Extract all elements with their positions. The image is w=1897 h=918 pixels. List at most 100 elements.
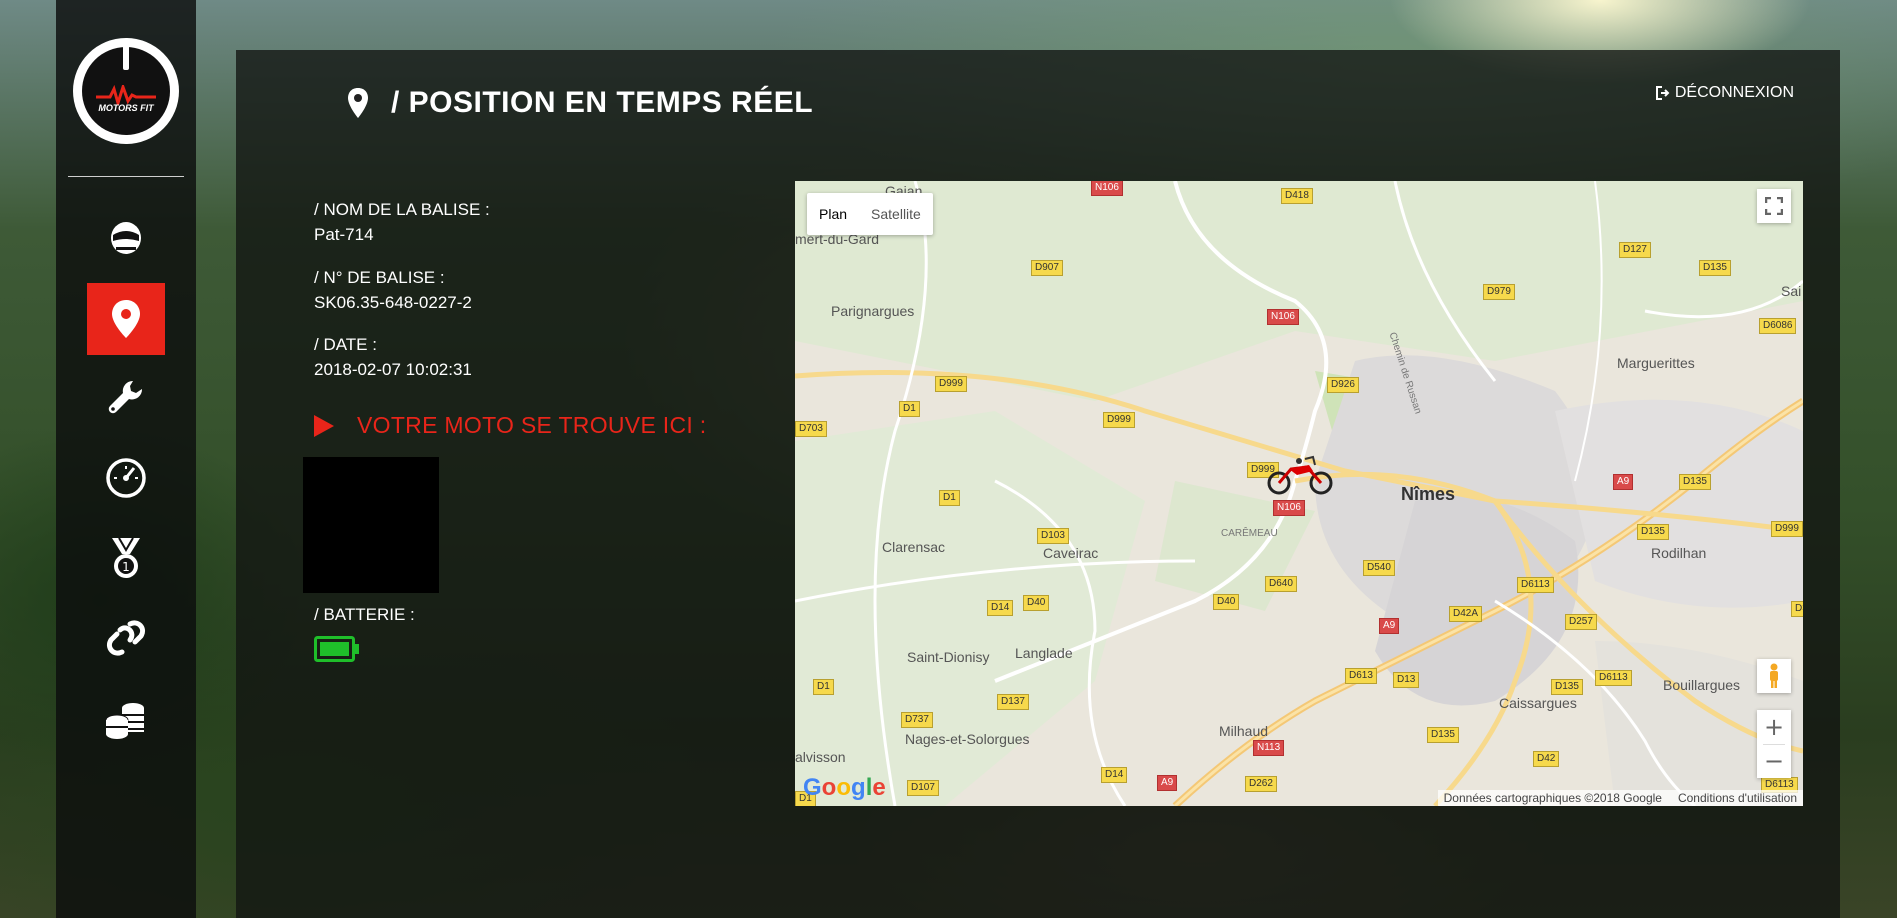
road-label: D137 xyxy=(997,694,1029,710)
road-label: N113 xyxy=(1253,740,1285,756)
motorbike-marker-icon[interactable] xyxy=(1267,453,1333,495)
road-label: D103 xyxy=(1037,528,1069,544)
sidebar-item-rewards[interactable]: 1 xyxy=(87,522,165,594)
page-title-text: / POSITION EN TEMPS RÉEL xyxy=(391,86,814,119)
road-label: D135 xyxy=(1679,474,1711,490)
map-place-label: Parignargues xyxy=(831,303,915,319)
fullscreen-button[interactable] xyxy=(1757,189,1791,223)
road-label: D13 xyxy=(1393,672,1420,688)
road-label: D1 xyxy=(899,401,920,417)
map-place-label: Caissargues xyxy=(1499,695,1577,711)
pegman-icon xyxy=(1770,663,1778,688)
map-type-satellite-button[interactable]: Satellite xyxy=(859,193,933,235)
street-view-button[interactable] xyxy=(1757,659,1791,693)
date-value: 2018-02-07 10:02:31 xyxy=(314,360,472,379)
map-place-label: Bouillargues xyxy=(1663,677,1741,693)
zoom-control: + − xyxy=(1757,710,1791,778)
road-label: N106 xyxy=(1267,309,1299,325)
speedometer-icon xyxy=(106,458,146,498)
sidebar-item-position[interactable] xyxy=(87,283,165,355)
map-place-label: Caveirac xyxy=(1043,545,1099,561)
heartbeat-icon xyxy=(96,85,156,105)
coins-icon xyxy=(105,703,144,739)
road-label: D907 xyxy=(1031,260,1063,276)
road-label: D40 xyxy=(1023,595,1050,611)
fullscreen-icon xyxy=(1765,197,1783,215)
road-label: D127 xyxy=(1619,242,1651,258)
svg-text:1: 1 xyxy=(122,560,130,574)
location-heading: VOTRE MOTO SE TROUVE ICI : xyxy=(314,412,706,439)
moto-photo xyxy=(303,457,439,593)
main-panel: / POSITION EN TEMPS RÉEL DÉCONNEXION / N… xyxy=(236,50,1840,918)
map[interactable]: Gajan mert-du-Gard Parignargues Margueri… xyxy=(795,181,1803,806)
zoom-out-button[interactable]: − xyxy=(1757,744,1791,778)
road-label: D1 xyxy=(939,490,960,506)
map-place-label: Rodilhan xyxy=(1651,545,1707,561)
beacon-number-value: SK06.35-648-0227-2 xyxy=(314,293,472,312)
road-label: D135 xyxy=(1637,524,1669,540)
sidebar-divider xyxy=(68,176,184,177)
road-label: D107 xyxy=(907,780,939,796)
road-label: D135 xyxy=(1551,679,1583,695)
map-place-label: Marguerittes xyxy=(1617,355,1695,371)
wrench-icon xyxy=(108,380,143,414)
sidebar-item-riders[interactable] xyxy=(87,201,165,273)
sidebar-item-connections[interactable] xyxy=(87,602,165,674)
road-label: D6086 xyxy=(1759,318,1797,334)
logout-label: DÉCONNEXION xyxy=(1674,84,1794,101)
sidebar-item-billing[interactable] xyxy=(87,684,165,756)
road-label: D737 xyxy=(901,712,933,728)
beacon-number-label: / N° DE BALISE : xyxy=(314,268,445,287)
logout-button[interactable]: DÉCONNEXION xyxy=(1655,84,1794,102)
motors-fit-logo[interactable]: MOTORS FIT xyxy=(73,38,179,144)
road-label: D40 xyxy=(1213,594,1240,610)
map-marker-icon xyxy=(348,88,368,118)
play-arrow-icon xyxy=(314,414,334,437)
road-label: D257 xyxy=(1565,614,1597,630)
road-label: D613 xyxy=(1345,668,1377,684)
map-place-label: alvisson xyxy=(795,749,846,765)
map-place-label: Langlade xyxy=(1015,645,1073,661)
power-icon xyxy=(123,40,129,70)
zoom-in-button[interactable]: + xyxy=(1757,710,1791,744)
battery-full-icon xyxy=(314,636,359,662)
map-type-plan-button[interactable]: Plan xyxy=(807,193,859,235)
helmet-icon xyxy=(111,222,141,254)
road-label: D999 xyxy=(1103,412,1135,428)
location-heading-text: VOTRE MOTO SE TROUVE ICI : xyxy=(357,412,707,438)
road-label: D3 xyxy=(1791,601,1803,617)
sidebar-item-performance[interactable] xyxy=(87,442,165,514)
map-place-label: Clarensac xyxy=(882,539,946,555)
zoom-divider xyxy=(1763,744,1785,745)
road-label: D703 xyxy=(795,421,827,437)
terms-link[interactable]: Conditions d'utilisation xyxy=(1678,791,1797,805)
beacon-name-value: Pat-714 xyxy=(314,225,374,244)
road-label: A9 xyxy=(1379,618,1400,634)
road-label: D1 xyxy=(813,679,834,695)
road-label: N106 xyxy=(1091,181,1123,196)
road-label: D6113 xyxy=(1517,577,1554,593)
sidebar-item-maintenance[interactable] xyxy=(87,362,165,434)
road-label: D135 xyxy=(1427,727,1459,743)
road-label: D640 xyxy=(1265,576,1297,592)
road-label: N106 xyxy=(1273,500,1305,516)
road-label: D999 xyxy=(935,376,967,392)
road-label: D262 xyxy=(1245,776,1277,792)
date-label: / DATE : xyxy=(314,335,377,354)
medal-icon: 1 xyxy=(112,537,140,578)
logo-text: MOTORS FIT xyxy=(98,103,154,113)
road-label: D135 xyxy=(1699,260,1731,276)
map-data-credit: Données cartographiques ©2018 Google xyxy=(1443,791,1662,805)
map-attribution: Données cartographiques ©2018 Google Con… xyxy=(1437,790,1803,806)
road-label: A9 xyxy=(1157,775,1178,791)
road-label: D14 xyxy=(987,600,1014,616)
map-place-label: CARÊMEAU xyxy=(1221,528,1278,539)
map-place-label: Nages-et-Solorgues xyxy=(905,731,1030,747)
road-label: D926 xyxy=(1327,377,1359,393)
road-label: D14 xyxy=(1101,767,1128,783)
google-logo: Google xyxy=(803,774,886,801)
beacon-name-label: / NOM DE LA BALISE : xyxy=(314,200,490,219)
road-label: D979 xyxy=(1483,284,1515,300)
map-place-label: Nîmes xyxy=(1401,484,1456,504)
road-label: D540 xyxy=(1363,560,1395,576)
